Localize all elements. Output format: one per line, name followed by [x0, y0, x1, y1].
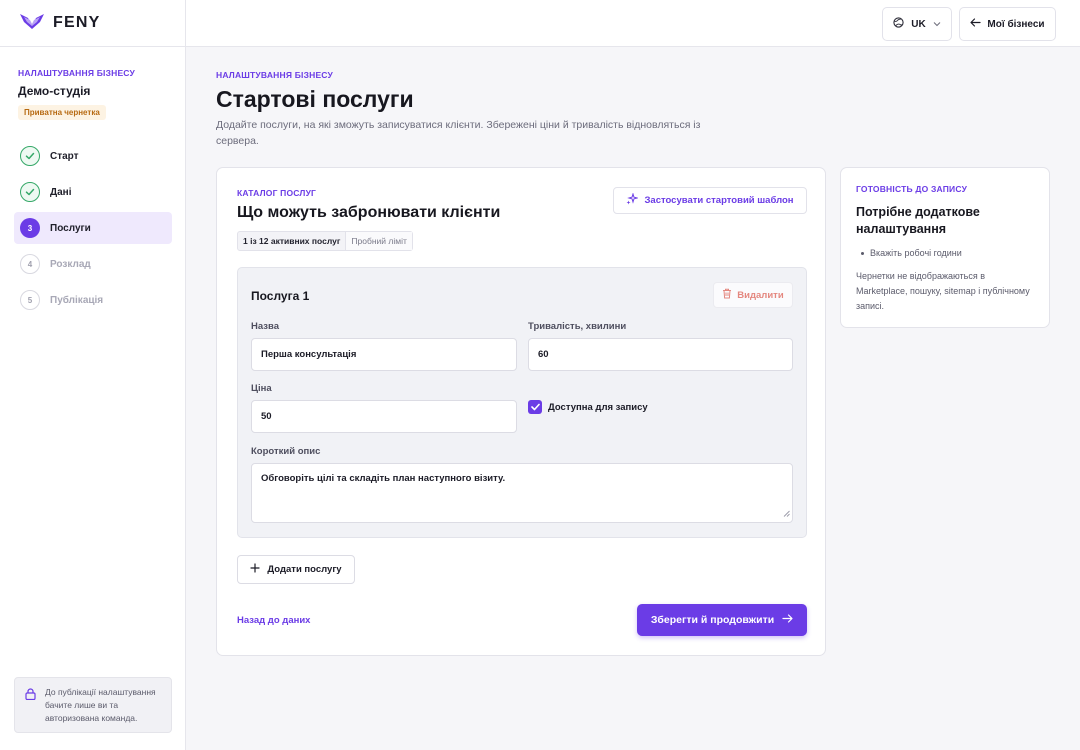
step-services[interactable]: 3 Послуги — [14, 212, 172, 244]
arrow-right-icon — [782, 614, 793, 626]
brand-name: FENY — [53, 14, 101, 31]
chevron-down-icon — [933, 19, 941, 30]
lock-icon — [25, 688, 36, 704]
step-label: Розклад — [50, 258, 91, 270]
bookable-checkbox[interactable] — [528, 400, 542, 414]
readiness-title: Потрібне додаткове налаштування — [856, 205, 980, 236]
draft-status-badge: Приватна чернетка — [18, 105, 106, 120]
bookable-label: Доступна для запису — [548, 401, 648, 413]
bullet-icon — [861, 251, 864, 255]
sidebar-eyebrow: НАЛАШТУВАННЯ БІЗНЕСУ — [18, 68, 136, 78]
page-title: Стартові послуги — [216, 86, 414, 112]
apply-template-button[interactable]: Застосувати стартовий шаблон — [613, 187, 807, 214]
apply-template-label: Застосувати стартовий шаблон — [644, 195, 794, 206]
duration-input[interactable]: 60 — [528, 338, 793, 371]
catalog-title: Що можуть забронювати клієнти — [237, 204, 501, 221]
limit-plan: Пробний ліміт — [345, 232, 412, 250]
resize-grip-icon[interactable] — [783, 509, 790, 520]
business-name: Демо-студія — [18, 84, 91, 98]
step-data[interactable]: Дані — [14, 176, 172, 208]
setup-steps: Старт Дані 3 Послуги 4 Розклад 5 Публіка… — [14, 140, 172, 320]
my-businesses-label: Мої бізнеси — [987, 18, 1045, 30]
description-value: Обговоріть цілі та складіть план наступн… — [261, 473, 506, 484]
brand[interactable]: FENY — [0, 0, 185, 47]
step-number: 3 — [20, 218, 40, 238]
check-icon — [20, 182, 40, 202]
delete-service-button[interactable]: Видалити — [713, 282, 793, 308]
bookable-checkbox-row[interactable]: Доступна для запису — [528, 400, 648, 414]
readiness-eyebrow: ГОТОВНІСТЬ ДО ЗАПИСУ — [856, 184, 968, 194]
step-label: Старт — [50, 150, 79, 162]
readiness-item: Вкажіть робочі години — [861, 248, 962, 258]
price-input[interactable]: 50 — [251, 400, 517, 433]
sidebar: FENY НАЛАШТУВАННЯ БІЗНЕСУ Демо-студія Пр… — [0, 0, 186, 750]
step-start[interactable]: Старт — [14, 140, 172, 172]
page-description: Додайте послуги, на які зможуть записува… — [216, 119, 701, 147]
language-value: UK — [911, 18, 926, 30]
arrow-left-icon — [970, 18, 982, 30]
back-to-data-link[interactable]: Назад до даних — [237, 615, 310, 626]
topbar: UK Мої бізнеси — [186, 0, 1080, 47]
service-catalog-card: КАТАЛОГ ПОСЛУГ Що можуть забронювати клі… — [216, 167, 826, 656]
privacy-note: До публікації налаштування бачите лише в… — [14, 677, 172, 733]
readiness-card: ГОТОВНІСТЬ ДО ЗАПИСУ Потрібне додаткове … — [840, 167, 1050, 328]
plus-icon — [250, 563, 261, 576]
step-publish[interactable]: 5 Публікація — [14, 284, 172, 316]
readiness-item-text: Вкажіть робочі години — [870, 248, 962, 258]
service-editor: Послуга 1 Видалити Назва Перша консульта… — [237, 267, 807, 538]
step-label: Дані — [50, 186, 72, 198]
delete-label: Видалити — [737, 289, 784, 301]
feny-logo-icon — [19, 12, 45, 35]
add-service-label: Додати послугу — [267, 564, 342, 575]
price-label: Ціна — [251, 383, 272, 394]
language-select[interactable]: UK — [882, 7, 952, 41]
step-number: 5 — [20, 290, 40, 310]
description-textarea[interactable]: Обговоріть цілі та складіть план наступн… — [251, 463, 793, 523]
readiness-note: Чернетки не відображаються в Marketplace… — [856, 271, 1030, 311]
service-name-input[interactable]: Перша консультація — [251, 338, 517, 371]
page-eyebrow: НАЛАШТУВАННЯ БІЗНЕСУ — [216, 70, 334, 80]
save-label: Зберегти й продовжити — [650, 614, 775, 626]
limit-count: 1 із 12 активних послуг — [243, 236, 341, 246]
description-label: Короткий опис — [251, 446, 321, 457]
service-title: Послуга 1 — [251, 289, 310, 303]
step-label: Послуги — [50, 222, 91, 234]
duration-label: Тривалість, хвилини — [528, 321, 627, 332]
save-and-continue-button[interactable]: Зберегти й продовжити — [637, 604, 807, 636]
my-businesses-button[interactable]: Мої бізнеси — [959, 7, 1056, 41]
add-service-button[interactable]: Додати послугу — [237, 555, 355, 584]
check-icon — [20, 146, 40, 166]
catalog-eyebrow: КАТАЛОГ ПОСЛУГ — [237, 188, 317, 198]
privacy-note-text: До публікації налаштування бачите лише в… — [45, 687, 156, 723]
step-label: Публікація — [50, 294, 104, 306]
step-number: 4 — [20, 254, 40, 274]
sparkles-icon — [626, 192, 640, 208]
step-schedule[interactable]: 4 Розклад — [14, 248, 172, 280]
trash-icon — [722, 288, 732, 302]
globe-icon — [893, 17, 904, 31]
service-limit-badge: 1 із 12 активних послуг Пробний ліміт — [237, 231, 413, 251]
name-label: Назва — [251, 321, 279, 332]
